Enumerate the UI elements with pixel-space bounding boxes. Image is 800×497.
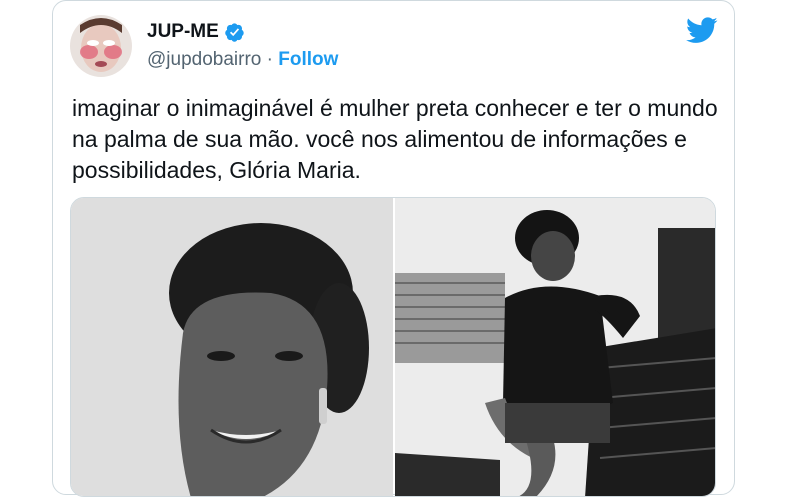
verified-badge-icon: [225, 22, 244, 42]
photo-portrait[interactable]: [71, 198, 393, 496]
handle-row: @jupdobairro · Follow: [147, 49, 338, 71]
seated-image: [395, 198, 715, 496]
author-name[interactable]: JUP-ME: [147, 21, 219, 43]
tweet-text: imaginar o inimaginável é mulher preta c…: [72, 95, 718, 183]
avatar[interactable]: [70, 15, 132, 77]
tweet-media[interactable]: [70, 197, 716, 497]
separator: ·: [261, 49, 279, 70]
author-handle[interactable]: @jupdobairro: [147, 49, 261, 70]
twitter-bird-icon[interactable]: [686, 17, 718, 44]
author-row: JUP-ME: [147, 21, 245, 43]
follow-button[interactable]: Follow: [278, 49, 338, 70]
portrait-image: [71, 198, 393, 496]
photo-seated[interactable]: [395, 198, 715, 496]
avatar-image: [70, 15, 132, 77]
